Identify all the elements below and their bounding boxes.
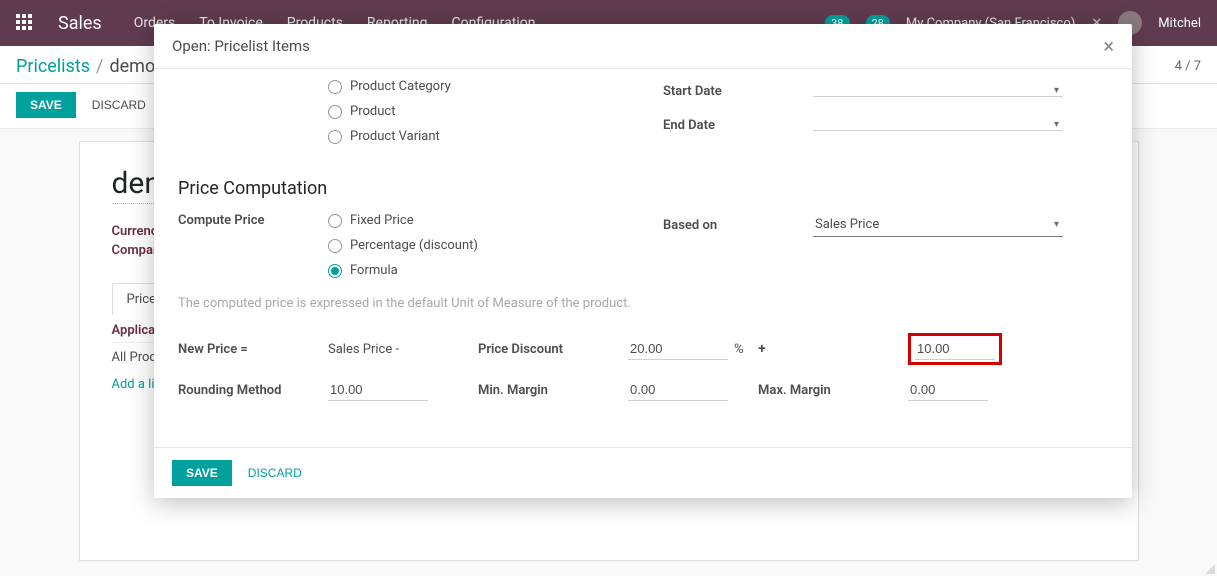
radio-product-category[interactable]: Product Category [328,79,451,94]
apply-on-options: Product Category Product Product Variant [328,79,451,144]
calendar-caret-icon: ▾ [1050,85,1063,96]
rounding-label: Rounding Method [178,383,281,398]
price-discount-label: Price Discount [478,342,563,357]
plus-sign: + [758,341,766,357]
close-icon[interactable]: × [1103,36,1114,56]
calendar-caret-icon: ▾ [1050,119,1063,130]
min-margin-label: Min. Margin [478,383,548,398]
max-margin-input[interactable] [908,379,988,401]
base-price-text: Sales Price - [328,342,399,357]
start-date-input[interactable]: ▾ [813,85,1063,97]
radio-product-variant[interactable]: Product Variant [328,129,451,144]
start-date-label: Start Date [663,84,813,99]
percent-sign: % [734,342,744,357]
radio-formula[interactable]: Formula [328,263,478,278]
surcharge-highlight [908,333,1002,365]
radio-percentage[interactable]: Percentage (discount) [328,238,478,253]
rounding-input[interactable] [328,379,428,401]
surcharge-input[interactable] [915,338,995,360]
modal-scroll[interactable]: Product Category Product Product Variant… [154,69,1132,431]
modal-footer: SAVE DISCARD [154,447,1132,498]
radio-fixed-price[interactable]: Fixed Price [328,213,478,228]
price-discount-input[interactable] [628,338,728,360]
section-price-computation: Price Computation [178,178,1108,199]
radio-product[interactable]: Product [328,104,451,119]
chevron-down-icon: ▾ [1050,219,1063,230]
compute-price-options: Fixed Price Percentage (discount) Formul… [328,213,478,278]
new-price-label: New Price = [178,342,248,357]
based-on-select[interactable]: Sales Price▾ [813,213,1063,237]
modal-discard-button[interactable]: DISCARD [248,466,302,480]
modal-save-button[interactable]: SAVE [172,460,232,486]
modal-title: Open: Pricelist Items [172,37,310,55]
max-margin-label: Max. Margin [758,383,831,398]
min-margin-input[interactable] [628,379,728,401]
modal-header: Open: Pricelist Items × [154,24,1132,69]
end-date-label: End Date [663,118,813,133]
based-on-label: Based on [663,218,813,233]
compute-price-label: Compute Price [178,213,328,228]
help-text: The computed price is expressed in the d… [178,296,1108,311]
modal-pricelist-item: Open: Pricelist Items × Product Category… [154,24,1132,498]
end-date-input[interactable]: ▾ [813,119,1063,131]
